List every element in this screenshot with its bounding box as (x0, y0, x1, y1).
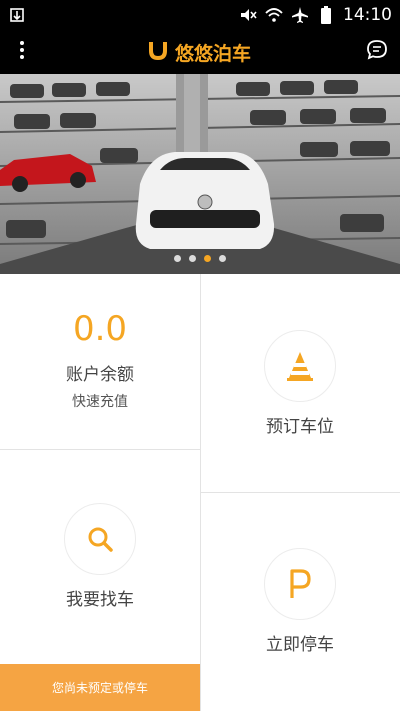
park-now-button[interactable]: 立即停车 (200, 492, 400, 711)
parking-p-icon (264, 548, 336, 620)
action-grid: 0.0 账户余额 快速充值 预订车位 我要找车 立即停车 您尚未预定或停车 (0, 274, 400, 711)
carousel-dot[interactable] (174, 255, 181, 262)
traffic-cone-icon (264, 329, 336, 402)
reserve-spot-label: 预订车位 (266, 416, 334, 437)
status-bar: 14:10 (0, 0, 400, 30)
app-bar: 悠悠泊车 (0, 30, 400, 74)
carousel-dot[interactable] (219, 255, 226, 262)
balance-label: 账户余额 (66, 365, 134, 385)
airplane-icon (291, 6, 309, 24)
wifi-icon (265, 6, 283, 24)
chat-bubble-icon[interactable] (366, 39, 388, 65)
mute-icon (239, 6, 257, 24)
banner-image (0, 74, 400, 274)
app-logo (147, 39, 169, 66)
recharge-link[interactable]: 快速充值 (72, 391, 128, 411)
park-now-label: 立即停车 (266, 635, 334, 655)
battery-icon (317, 6, 335, 24)
app-brand: 悠悠泊车 (147, 39, 251, 66)
carousel-dot[interactable] (204, 255, 211, 262)
booking-status-notice: 您尚未预定或停车 (0, 664, 200, 711)
find-car-label: 我要找车 (66, 590, 134, 610)
reserve-spot-button[interactable]: 预订车位 (200, 274, 400, 492)
banner-carousel[interactable] (0, 74, 400, 274)
app-title: 悠悠泊车 (174, 42, 251, 65)
find-car-button[interactable]: 我要找车 (0, 449, 200, 664)
status-time: 14:10 (343, 5, 392, 25)
account-balance-card[interactable]: 0.0 账户余额 快速充值 (0, 274, 200, 449)
carousel-indicator (0, 255, 400, 262)
search-icon (64, 503, 136, 575)
carousel-dot[interactable] (189, 255, 196, 262)
download-icon (8, 6, 26, 24)
more-vertical-icon[interactable] (12, 40, 32, 65)
balance-value: 0.0 (72, 309, 128, 349)
